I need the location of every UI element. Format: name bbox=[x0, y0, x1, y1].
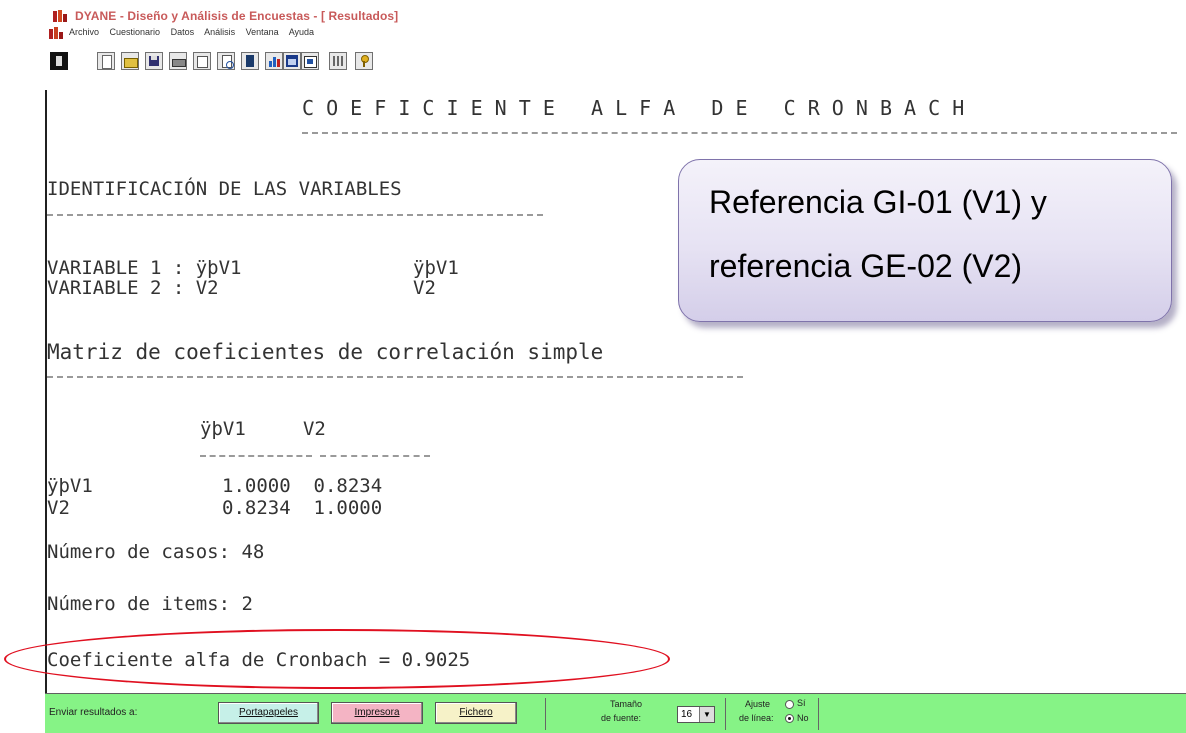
report-heading: C O E F I C I E N T E A L F A D E C R O … bbox=[302, 96, 965, 120]
section-variables-underline bbox=[47, 214, 543, 216]
exit-icon[interactable] bbox=[50, 52, 68, 70]
chart-icon[interactable] bbox=[265, 52, 283, 70]
callout-line-2: referencia GE-02 (V2) bbox=[709, 248, 1023, 284]
alpha-highlight-ellipse bbox=[4, 629, 670, 689]
variable-2-line: VARIABLE 2 : V2 bbox=[47, 277, 219, 299]
copy-icon[interactable] bbox=[193, 52, 211, 70]
status-bar: Enviar resultados a: Portapapeles Impres… bbox=[45, 693, 1186, 733]
file-button[interactable]: Fichero bbox=[435, 702, 517, 724]
help-icon[interactable] bbox=[355, 52, 373, 70]
wrap-yes-radio[interactable] bbox=[785, 700, 794, 709]
document-icon bbox=[49, 27, 63, 39]
matrix-row-values: 1.0000 0.8234 bbox=[222, 475, 383, 497]
font-size-select[interactable]: 16 ▼ bbox=[677, 706, 715, 723]
menu-archivo[interactable]: Archivo bbox=[69, 27, 99, 37]
send-results-label: Enviar resultados a: bbox=[49, 707, 138, 718]
separator bbox=[725, 698, 726, 730]
section-variables-title: IDENTIFICACIÓN DE LAS VARIABLES bbox=[47, 178, 402, 200]
line-wrap-label: Ajuste bbox=[745, 699, 771, 709]
table-icon[interactable] bbox=[283, 52, 301, 70]
open-icon[interactable] bbox=[121, 52, 139, 70]
app-logo-icon bbox=[53, 10, 67, 23]
wrap-no-radio[interactable] bbox=[785, 714, 794, 723]
chevron-down-icon[interactable]: ▼ bbox=[699, 707, 714, 722]
section-matrix-underline bbox=[47, 376, 743, 378]
wrap-no-label: No bbox=[797, 713, 809, 723]
variable-1-name: ÿþV1 bbox=[413, 257, 459, 279]
columns-icon[interactable] bbox=[329, 52, 347, 70]
reference-callout: Referencia GI-01 (V1) y referencia GE-02… bbox=[678, 159, 1172, 322]
save-icon[interactable] bbox=[145, 52, 163, 70]
cases-count: Número de casos: 48 bbox=[47, 541, 265, 563]
book-icon[interactable] bbox=[241, 52, 259, 70]
menu-ventana[interactable]: Ventana bbox=[246, 27, 279, 37]
window-icon[interactable] bbox=[301, 52, 319, 70]
matrix-row-label: ÿþV1 bbox=[47, 475, 93, 497]
separator bbox=[545, 698, 546, 730]
menu-analisis[interactable]: Análisis bbox=[204, 27, 235, 37]
section-matrix-title: Matriz de coeficientes de correlación si… bbox=[47, 340, 604, 364]
matrix-header: ÿþV1 V2 bbox=[200, 418, 326, 440]
menu-ayuda[interactable]: Ayuda bbox=[289, 27, 314, 37]
separator bbox=[818, 698, 819, 730]
items-count: Número de items: 2 bbox=[47, 593, 253, 615]
font-size-label: Tamaño bbox=[610, 699, 643, 709]
variable-1-line: VARIABLE 1 : ÿþV1 bbox=[47, 257, 242, 279]
heading-underline bbox=[302, 132, 1177, 134]
line-wrap-label-2: de línea: bbox=[739, 713, 774, 723]
menu-cuestionario[interactable]: Cuestionario bbox=[110, 27, 161, 37]
toolbar bbox=[45, 42, 1186, 90]
printer-button[interactable]: Impresora bbox=[331, 702, 423, 724]
variable-2-name: V2 bbox=[413, 277, 436, 299]
title-bar: DYANE - Diseño y Análisis de Encuestas -… bbox=[45, 8, 1186, 25]
matrix-row-values: 0.8234 1.0000 bbox=[222, 497, 383, 519]
callout-line-1: Referencia GI-01 (V1) y bbox=[709, 184, 1047, 220]
matrix-row-label: V2 bbox=[47, 497, 70, 519]
wrap-yes-label: Sí bbox=[797, 698, 806, 708]
clipboard-button[interactable]: Portapapeles bbox=[218, 702, 319, 724]
font-size-value: 16 bbox=[681, 709, 693, 720]
preview-icon[interactable] bbox=[217, 52, 235, 70]
matrix-header-dash-2 bbox=[320, 455, 430, 457]
menu-bar: Archivo Cuestionario Datos Análisis Vent… bbox=[45, 25, 1186, 41]
matrix-header-dash-1 bbox=[200, 455, 312, 457]
menu-datos[interactable]: Datos bbox=[171, 27, 195, 37]
window-title: DYANE - Diseño y Análisis de Encuestas -… bbox=[75, 9, 399, 23]
new-icon[interactable] bbox=[97, 52, 115, 70]
font-size-label-2: de fuente: bbox=[601, 713, 642, 723]
print-icon[interactable] bbox=[169, 52, 187, 70]
